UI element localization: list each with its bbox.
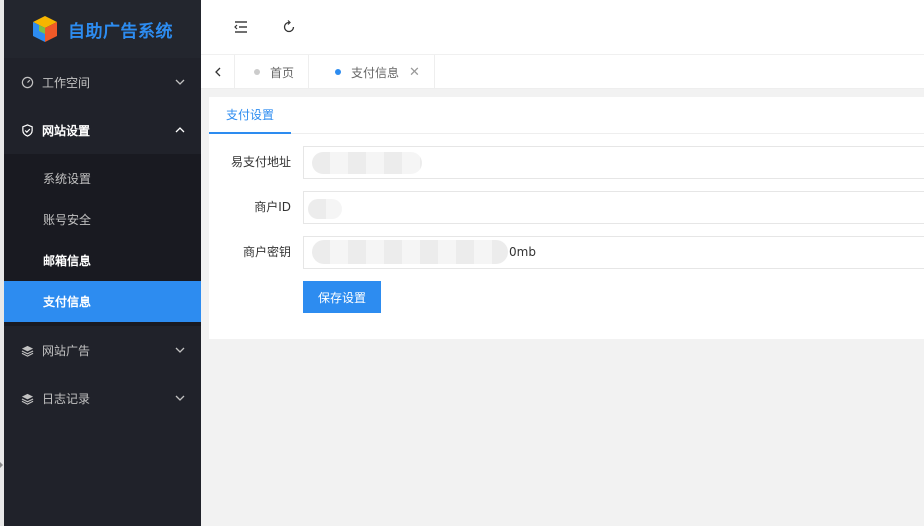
tab-payment-info-label: 支付信息	[351, 65, 400, 80]
collapse-menu-icon[interactable]	[233, 19, 249, 35]
tab-home-label: 首页	[270, 65, 295, 80]
merchant-id-label: 商户ID	[254, 200, 291, 214]
logo[interactable]: 自助广告系统	[4, 0, 201, 58]
nav-workspace[interactable]: 工作空间	[4, 58, 201, 106]
shield-icon	[20, 123, 34, 137]
nav-group-site-settings: 网站设置 系统设置 账号安全 邮箱信息 支付信息	[4, 106, 201, 326]
layers-icon	[20, 391, 34, 405]
tab-home[interactable]: 首页	[236, 55, 310, 89]
redacted-value	[312, 152, 422, 174]
tab-status-dot	[254, 69, 260, 75]
chevron-down-icon	[175, 79, 185, 85]
epay-url-label: 易支付地址	[230, 155, 291, 169]
submenu-site-settings: 系统设置 账号安全 邮箱信息 支付信息	[4, 154, 201, 326]
edge-arrow-icon	[0, 462, 3, 468]
page-tabs-bar: 首页 支付信息 ✕	[201, 55, 924, 89]
redacted-value	[312, 240, 508, 264]
tabs-prev-button[interactable]	[201, 55, 235, 89]
tab-payment-info[interactable]: 支付信息 ✕	[317, 55, 435, 89]
epay-url-input[interactable]	[303, 146, 924, 179]
chevron-up-icon	[175, 127, 185, 133]
panel-tabs: 支付设置	[209, 97, 924, 134]
payment-settings-panel: 支付设置 易支付地址 商户ID 商户密钥 0mb 保存设置	[209, 97, 924, 339]
sidebar-item-system-settings[interactable]: 系统设置	[4, 158, 201, 199]
refresh-icon[interactable]	[281, 19, 297, 35]
merchant-key-label: 商户密钥	[242, 245, 291, 259]
form-row-epay-url: 易支付地址	[209, 146, 924, 179]
save-settings-button[interactable]: 保存设置	[303, 281, 381, 313]
sidebar-item-email-info[interactable]: 邮箱信息	[4, 240, 201, 281]
form-row-merchant-key: 商户密钥 0mb	[209, 236, 924, 269]
redacted-value	[308, 199, 342, 219]
nav-workspace-label: 工作空间	[42, 75, 91, 90]
nav-site-settings-label: 网站设置	[42, 123, 91, 138]
sidebar: 自助广告系统 工作空间 网站设置 系统设置 账号安全 邮箱信息 支付信息 网站广…	[4, 0, 201, 526]
sidebar-item-payment-info[interactable]: 支付信息	[4, 281, 201, 322]
sidebar-item-account-security[interactable]: 账号安全	[4, 199, 201, 240]
cube-logo-icon	[33, 16, 57, 42]
merchant-key-input[interactable]: 0mb	[303, 236, 924, 269]
nav-site-ads-label: 网站广告	[42, 343, 91, 358]
nav-group-workspace: 工作空间	[4, 58, 201, 106]
dashboard-icon	[20, 75, 34, 89]
nav-site-settings[interactable]: 网站设置	[4, 106, 201, 154]
app-title: 自助广告系统	[68, 21, 173, 42]
topbar	[201, 0, 924, 55]
nav-site-ads[interactable]: 网站广告	[4, 326, 201, 374]
chevron-left-icon	[214, 67, 220, 77]
merchant-key-visible-text: 0mb	[509, 245, 536, 259]
form-row-merchant-id: 商户ID	[209, 191, 924, 224]
chevron-down-icon	[175, 395, 185, 401]
chevron-down-icon	[175, 347, 185, 353]
nav-group-logs: 日志记录	[4, 374, 201, 422]
layers-icon	[20, 343, 34, 357]
nav-logs-label: 日志记录	[42, 391, 91, 406]
close-icon[interactable]: ✕	[409, 66, 420, 79]
merchant-id-input[interactable]	[303, 191, 924, 224]
tab-payment-settings[interactable]: 支付设置	[209, 97, 292, 134]
nav-logs[interactable]: 日志记录	[4, 374, 201, 422]
nav-group-site-ads: 网站广告	[4, 326, 201, 374]
tab-status-dot	[335, 69, 341, 75]
